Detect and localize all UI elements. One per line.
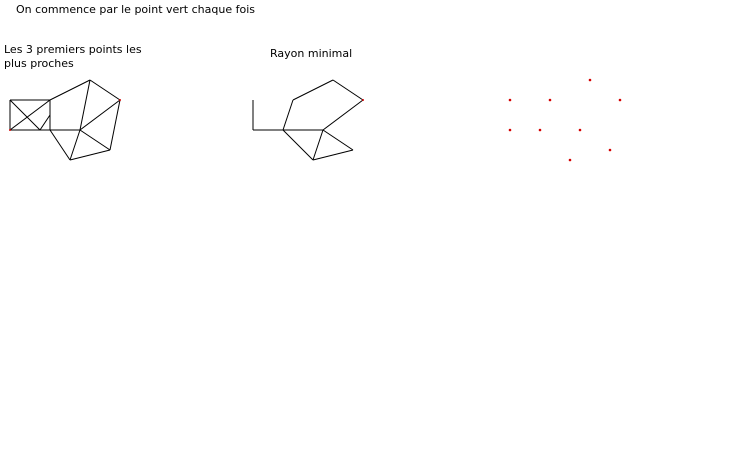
graph-edge — [89, 79, 121, 101]
graph-edge — [322, 99, 364, 131]
graph-edge — [49, 129, 71, 161]
point — [588, 78, 592, 82]
point — [508, 98, 512, 102]
graph-node — [9, 129, 11, 131]
point — [548, 98, 552, 102]
graph-edge — [109, 99, 121, 151]
nearest-three-graph — [9, 79, 121, 161]
graph-edge — [282, 129, 314, 161]
graph-edge — [292, 79, 334, 101]
graph-edge — [9, 99, 51, 131]
point — [508, 128, 512, 132]
graph-edge — [79, 129, 111, 151]
graph-edge — [69, 149, 111, 161]
graph-edge — [9, 99, 41, 131]
graph-edge — [39, 114, 51, 131]
graph-edge — [79, 79, 91, 131]
graph-edge — [312, 149, 354, 161]
point — [618, 98, 622, 102]
graph-edge — [312, 129, 324, 161]
point — [568, 158, 572, 162]
graph-edge — [322, 129, 354, 151]
graph-edge — [282, 99, 294, 131]
graph-edge — [69, 129, 81, 161]
point — [608, 148, 612, 152]
point — [578, 128, 582, 132]
graph-edge — [49, 79, 91, 101]
graph-node — [362, 99, 364, 101]
min-radius-graph — [252, 79, 364, 161]
graph-node — [119, 99, 121, 101]
graph-edge — [332, 79, 364, 101]
point — [538, 128, 542, 132]
graph-edge — [79, 99, 121, 131]
diagram-canvas — [9, 78, 622, 162]
points-only-set — [508, 78, 622, 162]
